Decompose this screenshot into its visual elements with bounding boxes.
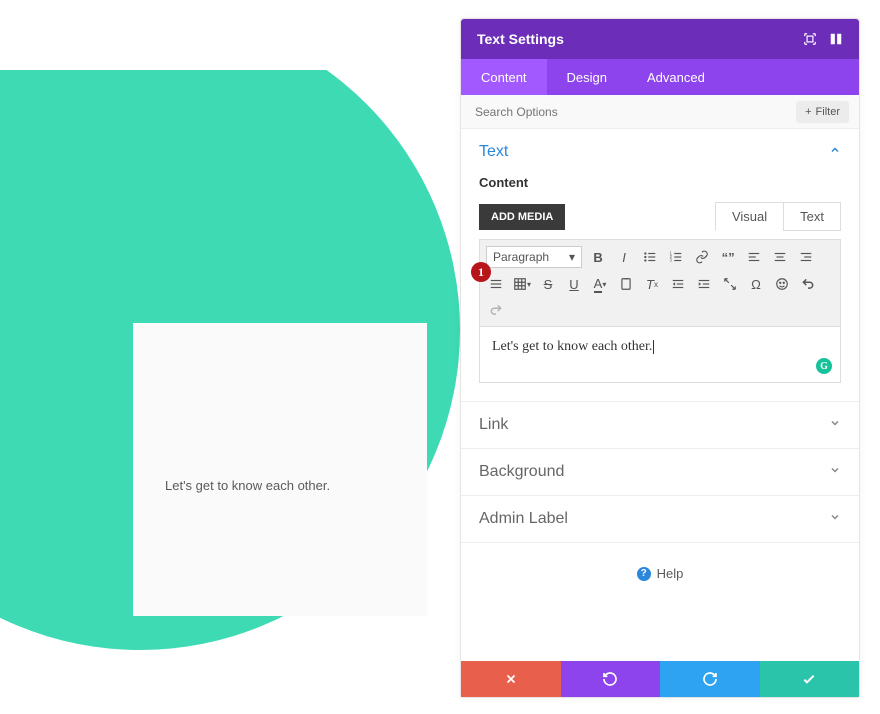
tab-advanced[interactable]: Advanced xyxy=(627,59,725,95)
clear-formatting-icon[interactable]: Tx xyxy=(640,272,664,296)
table-icon[interactable]: ▾ xyxy=(510,272,534,296)
section-title-admin-label: Admin Label xyxy=(479,510,829,528)
align-right-icon[interactable] xyxy=(794,245,818,269)
section-header-background[interactable]: Background xyxy=(461,449,859,495)
text-cursor xyxy=(653,340,654,354)
section-header-link[interactable]: Link xyxy=(461,402,859,448)
help-row: ? Help xyxy=(461,543,859,611)
chevron-up-icon xyxy=(829,143,841,161)
svg-text:1: 1 xyxy=(670,251,673,256)
svg-text:2: 2 xyxy=(670,254,673,259)
section-title-link: Link xyxy=(479,416,829,434)
preview-text: Let's get to know each other. xyxy=(165,478,330,493)
strikethrough-icon[interactable]: S xyxy=(536,272,560,296)
bullet-list-icon[interactable] xyxy=(638,245,662,269)
emoji-icon[interactable] xyxy=(770,272,794,296)
panel-title: Text Settings xyxy=(477,31,803,47)
panel-body: Text Content ADD MEDIA Visual Text xyxy=(461,129,859,661)
tab-design[interactable]: Design xyxy=(547,59,627,95)
section-title-background: Background xyxy=(479,463,829,481)
special-char-icon[interactable]: Ω xyxy=(744,272,768,296)
section-content-text: Content ADD MEDIA Visual Text Paragraph … xyxy=(461,175,859,401)
chevron-down-icon: ▾ xyxy=(569,250,575,264)
preview-canvas: Let's get to know each other. xyxy=(0,70,460,670)
tab-content[interactable]: Content xyxy=(461,59,547,95)
save-button[interactable] xyxy=(760,661,860,697)
editor-tab-visual[interactable]: Visual xyxy=(715,202,783,231)
search-row: + Filter xyxy=(461,95,859,129)
paste-text-icon[interactable] xyxy=(614,272,638,296)
section-background: Background xyxy=(461,449,859,496)
tabs: Content Design Advanced xyxy=(461,59,859,95)
panel-header: Text Settings xyxy=(461,19,859,59)
add-media-button[interactable]: ADD MEDIA xyxy=(479,204,565,230)
help-link[interactable]: ? Help xyxy=(637,566,684,581)
grammarly-icon[interactable]: G xyxy=(816,358,832,374)
italic-icon[interactable]: I xyxy=(612,245,636,269)
indent-icon[interactable] xyxy=(692,272,716,296)
undo-button[interactable] xyxy=(561,661,661,697)
content-label: Content xyxy=(479,175,841,190)
section-text: Text Content ADD MEDIA Visual Text xyxy=(461,129,859,402)
align-left-icon[interactable] xyxy=(742,245,766,269)
panel-footer xyxy=(461,661,859,697)
text-color-icon[interactable]: A▾ xyxy=(588,272,612,296)
underline-icon[interactable]: U xyxy=(562,272,586,296)
filter-button[interactable]: + Filter xyxy=(796,101,849,123)
chevron-down-icon xyxy=(829,510,841,528)
paragraph-dropdown[interactable]: Paragraph ▾ xyxy=(486,246,582,268)
settings-panel: Text Settings Content Design Advanced + … xyxy=(460,18,860,698)
fullscreen-icon[interactable] xyxy=(803,32,817,46)
layout-icon[interactable] xyxy=(829,32,843,46)
quote-icon[interactable]: “” xyxy=(716,245,740,269)
chevron-down-icon xyxy=(829,416,841,434)
redo-button[interactable] xyxy=(660,661,760,697)
numbered-list-icon[interactable]: 123 xyxy=(664,245,688,269)
editor-textarea[interactable]: Let's get to know each other. G xyxy=(479,327,841,383)
close-button[interactable] xyxy=(461,661,561,697)
undo-icon[interactable] xyxy=(796,272,820,296)
section-title-text: Text xyxy=(479,143,829,161)
bold-icon[interactable]: B xyxy=(586,245,610,269)
align-center-icon[interactable] xyxy=(768,245,792,269)
wysiwyg-toolbar: Paragraph ▾ B I 123 “” ▾ S xyxy=(479,239,841,327)
link-icon[interactable] xyxy=(690,245,714,269)
redo-icon[interactable] xyxy=(484,298,508,322)
annotation-1: 1 xyxy=(471,262,491,282)
svg-text:3: 3 xyxy=(670,258,673,263)
section-header-admin-label[interactable]: Admin Label xyxy=(461,496,859,542)
outdent-icon[interactable] xyxy=(666,272,690,296)
section-header-text[interactable]: Text xyxy=(461,129,859,175)
search-input[interactable] xyxy=(475,105,796,119)
section-admin-label: Admin Label xyxy=(461,496,859,543)
chevron-down-icon xyxy=(829,463,841,481)
text-module-preview[interactable]: Let's get to know each other. xyxy=(133,323,427,616)
expand-icon[interactable] xyxy=(718,272,742,296)
help-icon: ? xyxy=(637,567,651,581)
section-link: Link xyxy=(461,402,859,449)
plus-icon: + xyxy=(805,106,811,118)
editor-tab-text[interactable]: Text xyxy=(783,202,841,231)
